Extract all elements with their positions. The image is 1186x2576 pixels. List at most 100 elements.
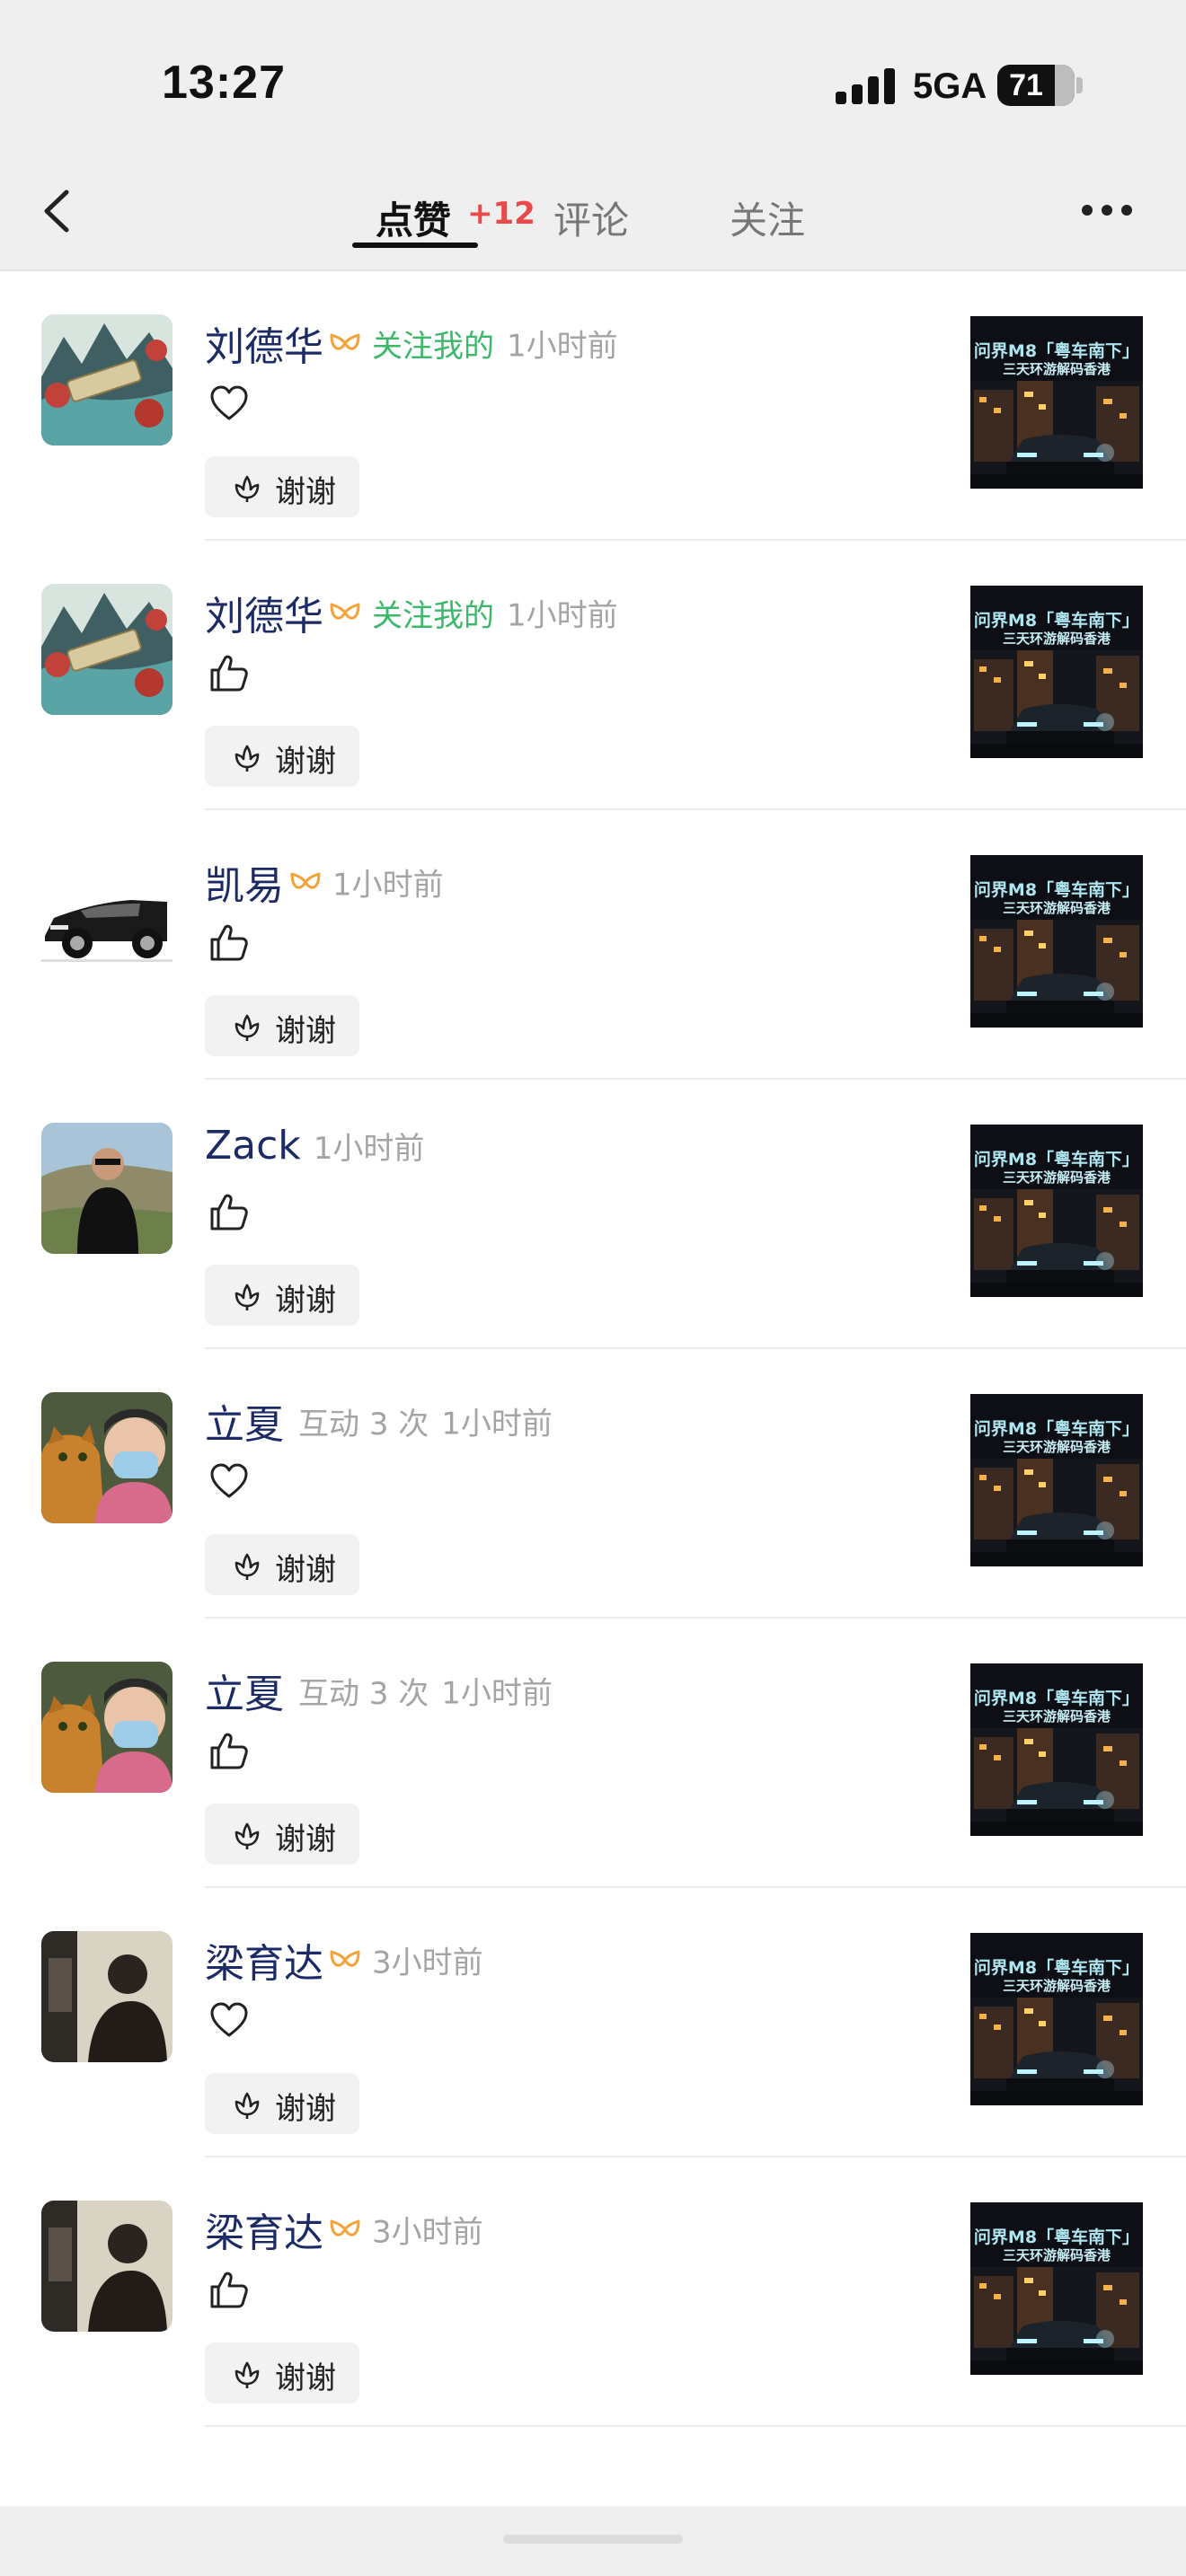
- name-row: 梁育达 3小时前: [205, 1931, 483, 1987]
- timestamp: 1小时前: [441, 1406, 553, 1442]
- vip-badge-icon: [290, 872, 321, 889]
- flower-icon: [235, 745, 260, 772]
- battery-icon: 71: [997, 65, 1075, 106]
- avatar[interactable]: [41, 1662, 173, 1793]
- post-title-line2: 三天环游解码香港: [1002, 1708, 1111, 1725]
- timestamp: 3小时前: [372, 2214, 483, 2251]
- flower-icon: [235, 2092, 260, 2119]
- thumbs-up-icon: [208, 1730, 250, 1771]
- post-title-line1: 问界M8「粤车南下」: [973, 880, 1140, 900]
- user-name[interactable]: 立夏: [205, 1672, 284, 1717]
- user-name[interactable]: 凯易: [205, 863, 284, 909]
- avatar[interactable]: [41, 1392, 173, 1523]
- timestamp: 1小时前: [313, 1131, 425, 1167]
- post-title-line2: 三天环游解码香港: [1002, 2247, 1111, 2263]
- post-title-line2: 三天环游解码香港: [1002, 361, 1111, 377]
- follows-me-tag: 关注我的: [372, 597, 494, 634]
- vip-badge-icon: [330, 333, 360, 350]
- post-title-line1: 问界M8「粤车南下」: [973, 2228, 1140, 2247]
- post-thumbnail[interactable]: 问界M8「粤车南下」 三天环游解码香港: [970, 316, 1143, 489]
- active-tab-indicator: [352, 243, 478, 248]
- tab-follow[interactable]: 关注: [730, 190, 805, 245]
- post-thumbnail[interactable]: 问界M8「粤车南下」 三天环游解码香港: [970, 2202, 1143, 2375]
- list-item[interactable]: 凯易 1小时前谢谢 问界M8「粤车南下」 三天环游解码香港: [0, 810, 1186, 1080]
- user-name[interactable]: 立夏: [205, 1402, 284, 1448]
- avatar[interactable]: [41, 853, 173, 984]
- timestamp: 1小时前: [507, 597, 618, 634]
- user-name[interactable]: 刘德华: [205, 594, 323, 640]
- likes-count-badge: +12: [467, 196, 535, 232]
- post-thumbnail[interactable]: 问界M8「粤车南下」 三天环游解码香港: [970, 586, 1143, 758]
- list-item[interactable]: 刘德华 关注我的 1小时前 谢谢 问界M8「粤车南下」 三天环游解码香港: [0, 271, 1186, 541]
- user-name[interactable]: 刘德华: [205, 324, 323, 370]
- tab-likes[interactable]: 点赞: [376, 190, 451, 245]
- thanks-button[interactable]: 谢谢: [205, 456, 359, 517]
- post-thumbnail[interactable]: 问界M8「粤车南下」 三天环游解码香港: [970, 1663, 1143, 1836]
- thanks-button[interactable]: 谢谢: [205, 1534, 359, 1595]
- divider: [205, 2425, 1186, 2427]
- post-thumbnail[interactable]: 问界M8「粤车南下」 三天环游解码香港: [970, 855, 1143, 1028]
- battery-tip: [1076, 77, 1083, 93]
- name-row: 立夏 互动 3 次 1小时前: [205, 1392, 553, 1448]
- post-title-line1: 问界M8「粤车南下」: [973, 611, 1140, 631]
- top-bar: 13:27 5GA 71 点赞 +12 评论 关注: [0, 0, 1186, 271]
- heart-icon: [208, 1460, 250, 1502]
- post-thumbnail[interactable]: 问界M8「粤车南下」 三天环游解码香港: [970, 1125, 1143, 1297]
- signal-icon: [836, 68, 897, 104]
- list-item[interactable]: 刘德华 关注我的 1小时前谢谢 问界M8「粤车南下」 三天环游解码香港: [0, 541, 1186, 810]
- list-item[interactable]: 梁育达 3小时前谢谢 问界M8「粤车南下」 三天环游解码香港: [0, 1888, 1186, 2157]
- thanks-label: 谢谢: [275, 1552, 336, 1588]
- avatar[interactable]: [41, 314, 173, 446]
- name-row: 凯易 1小时前: [205, 853, 444, 909]
- bottom-bar: [0, 2506, 1186, 2576]
- home-indicator: [503, 2535, 683, 2544]
- avatar[interactable]: [41, 1123, 173, 1254]
- thumbs-up-icon: [208, 652, 250, 693]
- post-thumbnail[interactable]: 问界M8「粤车南下」 三天环游解码香港: [970, 1394, 1143, 1566]
- tab-bar: 点赞 +12 评论 关注: [0, 180, 1186, 260]
- post-thumbnail[interactable]: 问界M8「粤车南下」 三天环游解码香港: [970, 1933, 1143, 2105]
- post-title-line1: 问界M8「粤车南下」: [973, 1689, 1140, 1708]
- more-button[interactable]: [1082, 205, 1136, 219]
- post-title-line2: 三天环游解码香港: [1002, 1439, 1111, 1455]
- post-title-line2: 三天环游解码香港: [1002, 1169, 1111, 1186]
- thanks-label: 谢谢: [275, 1822, 336, 1857]
- more-dots-icon: [1082, 205, 1093, 216]
- user-name[interactable]: Zack: [205, 1123, 301, 1169]
- flower-icon: [235, 1822, 260, 1849]
- status-time: 13:27: [162, 57, 286, 109]
- list-item[interactable]: 立夏 互动 3 次 1小时前谢谢 问界M8「粤车南下」 三天环游解码香港: [0, 1349, 1186, 1619]
- thumbs-up-icon: [208, 1191, 250, 1232]
- avatar[interactable]: [41, 2201, 173, 2332]
- flower-icon: [235, 1014, 260, 1041]
- thanks-label: 谢谢: [275, 1283, 336, 1319]
- name-row: 刘德华 关注我的 1小时前: [205, 584, 618, 640]
- battery-level: 71: [1009, 68, 1043, 102]
- vip-badge-icon: [330, 2219, 360, 2236]
- post-title-line2: 三天环游解码香港: [1002, 900, 1111, 916]
- avatar[interactable]: [41, 1931, 173, 2062]
- thanks-button[interactable]: 谢谢: [205, 2342, 359, 2404]
- thanks-button[interactable]: 谢谢: [205, 2073, 359, 2134]
- timestamp: 1小时前: [507, 328, 618, 365]
- list-item[interactable]: 梁育达 3小时前谢谢 问界M8「粤车南下」 三天环游解码香港: [0, 2157, 1186, 2427]
- heart-icon: [208, 1999, 250, 2041]
- post-title-line1: 问界M8「粤车南下」: [973, 341, 1140, 361]
- thanks-button[interactable]: 谢谢: [205, 1804, 359, 1865]
- thanks-button[interactable]: 谢谢: [205, 726, 359, 787]
- thanks-label: 谢谢: [275, 2091, 336, 2127]
- user-name[interactable]: 梁育达: [205, 2210, 323, 2256]
- tab-comments[interactable]: 评论: [553, 190, 629, 245]
- heart-icon: [208, 383, 250, 424]
- list-item[interactable]: Zack 1小时前谢谢 问界M8「粤车南下」 三天环游解码香港: [0, 1080, 1186, 1349]
- post-title-line1: 问界M8「粤车南下」: [973, 1419, 1140, 1439]
- name-row: 立夏 互动 3 次 1小时前: [205, 1662, 553, 1717]
- list-item[interactable]: 立夏 互动 3 次 1小时前谢谢 问界M8「粤车南下」 三天环游解码香港: [0, 1619, 1186, 1888]
- user-name[interactable]: 梁育达: [205, 1941, 323, 1987]
- thanks-button[interactable]: 谢谢: [205, 1265, 359, 1326]
- thanks-button[interactable]: 谢谢: [205, 995, 359, 1056]
- flower-icon: [235, 2361, 260, 2388]
- post-title-line1: 问界M8「粤车南下」: [973, 1958, 1140, 1978]
- timestamp: 1小时前: [332, 867, 444, 904]
- avatar[interactable]: [41, 584, 173, 715]
